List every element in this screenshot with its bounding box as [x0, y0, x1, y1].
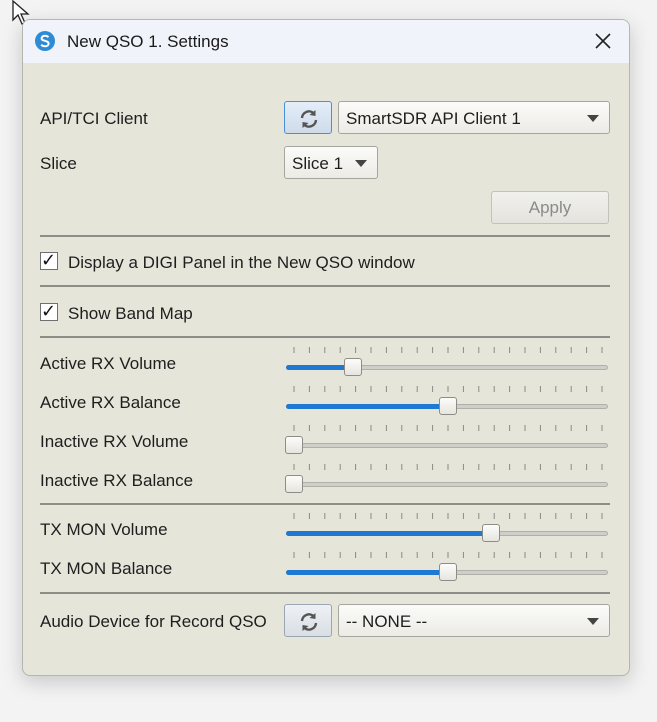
api-client-refresh-button[interactable] — [284, 101, 332, 134]
tx-mon-volume-slider[interactable] — [285, 513, 611, 549]
slider-ticks — [293, 386, 603, 392]
slider-track[interactable] — [286, 443, 608, 448]
separator — [40, 503, 610, 505]
settings-dialog: New QSO 1. Settings API/TCI Client Smart… — [22, 19, 630, 676]
band-map-checkbox[interactable]: ✓ — [40, 301, 58, 321]
slider-ticks — [293, 425, 603, 431]
slider-fill — [286, 404, 448, 409]
inactive-rx-volume-label: Inactive RX Volume — [40, 432, 189, 451]
slider-track[interactable] — [286, 482, 608, 487]
api-client-label: API/TCI Client — [40, 109, 148, 128]
separator — [40, 336, 610, 338]
api-client-dropdown[interactable]: SmartSDR API Client 1 — [338, 101, 610, 134]
separator — [40, 592, 610, 594]
slice-dropdown[interactable]: Slice 1 — [284, 146, 378, 179]
checkmark-icon: ✓ — [41, 301, 57, 321]
slider-ticks — [293, 347, 603, 353]
chevron-down-icon — [355, 160, 367, 167]
digi-panel-checkbox[interactable]: ✓ — [40, 250, 58, 270]
chevron-down-icon — [587, 618, 599, 625]
slider-thumb[interactable] — [439, 563, 457, 581]
active-rx-balance-label: Active RX Balance — [40, 393, 181, 412]
slider-thumb[interactable] — [285, 475, 303, 493]
audio-device-refresh-button[interactable] — [284, 604, 332, 637]
band-map-label: Show Band Map — [68, 304, 193, 323]
app-logo-icon — [35, 31, 55, 51]
refresh-icon — [300, 110, 318, 128]
slider-ticks — [293, 464, 603, 470]
tx-mon-balance-slider[interactable] — [285, 552, 611, 588]
active-rx-balance-slider[interactable] — [285, 386, 611, 422]
active-rx-volume-label: Active RX Volume — [40, 354, 177, 373]
inactive-rx-balance-slider[interactable] — [285, 464, 611, 500]
slider-thumb[interactable] — [439, 397, 457, 415]
close-icon — [595, 33, 611, 49]
separator — [40, 235, 610, 237]
audio-device-dropdown[interactable]: -- NONE -- — [338, 604, 610, 637]
api-client-value: SmartSDR API Client 1 — [346, 109, 521, 128]
slider-thumb[interactable] — [482, 524, 501, 542]
slider-thumb[interactable] — [343, 358, 362, 376]
slider-thumb[interactable] — [285, 436, 303, 454]
checkmark-icon: ✓ — [41, 250, 57, 270]
separator — [40, 285, 610, 287]
tx-mon-balance-label: TX MON Balance — [40, 559, 173, 578]
slider-ticks — [293, 552, 603, 558]
slider-fill — [286, 570, 448, 575]
refresh-icon — [300, 613, 318, 631]
close-button[interactable] — [587, 26, 619, 56]
title-bar: New QSO 1. Settings — [23, 20, 629, 63]
tx-mon-volume-label: TX MON Volume — [40, 520, 168, 539]
window-title: New QSO 1. Settings — [67, 32, 229, 51]
active-rx-volume-slider[interactable] — [285, 347, 611, 383]
inactive-rx-volume-slider[interactable] — [285, 425, 611, 461]
slider-fill — [286, 365, 353, 370]
chevron-down-icon — [587, 115, 599, 122]
digi-panel-label: Display a DIGI Panel in the New QSO wind… — [68, 253, 415, 272]
inactive-rx-balance-label: Inactive RX Balance — [40, 471, 194, 490]
audio-device-label: Audio Device for Record QSO — [40, 612, 267, 631]
slice-label: Slice — [40, 154, 77, 173]
slider-fill — [286, 531, 492, 536]
slider-ticks — [293, 513, 603, 519]
apply-button[interactable]: Apply — [491, 191, 609, 224]
audio-device-value: -- NONE -- — [346, 612, 428, 631]
slice-value: Slice 1 — [292, 154, 344, 173]
